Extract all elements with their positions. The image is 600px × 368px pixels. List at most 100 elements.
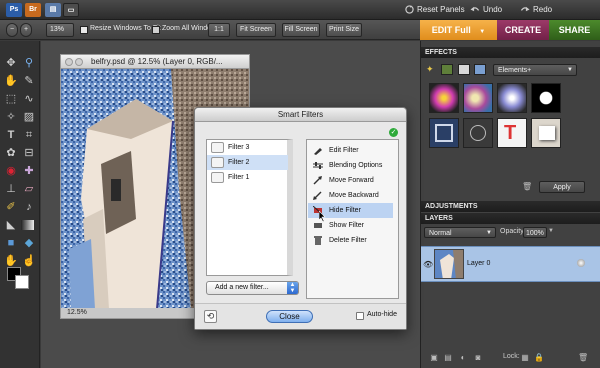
effect-thumb-6[interactable] [463,118,493,148]
action-show-filter[interactable]: Show Filter [308,218,393,233]
paint-bucket-tool-icon[interactable]: ◣ [3,217,19,233]
type-tool-icon[interactable]: T [3,127,19,143]
filter-list: Filter 3 Filter 2 Filter 1 [206,139,293,276]
redo-button[interactable]: Redo [520,3,552,17]
filter-item-2[interactable]: Filter 2 [207,155,288,170]
trash-icon[interactable]: 🗑 [522,182,532,191]
move-tool-icon[interactable]: ✥ [3,55,19,71]
action-label: Move Forward [329,177,374,184]
lasso-tool-icon[interactable]: ∿ [21,91,37,107]
document-title-bar[interactable]: belfry.psd @ 12.5% (Layer 0, RGB/... [61,55,249,69]
cookie-cutter-tool-icon[interactable]: ✿ [3,145,19,161]
layers-panel-header[interactable]: LAYERS [421,213,600,224]
close-button[interactable]: Close [266,310,313,323]
chevron-down-icon[interactable]: ▼ [548,228,554,234]
effect-thumb-8[interactable] [531,118,561,148]
layer-styles-category-icon[interactable] [441,64,453,75]
effect-thumb-7[interactable]: T [497,118,527,148]
eraser-tool-icon[interactable]: ▱ [21,181,37,197]
hand-tool-icon[interactable]: ✋ [3,73,19,89]
effects-category-select[interactable]: Elements+ ▼ [493,64,577,76]
healing-brush-tool-icon[interactable]: ✚ [21,163,37,179]
all-effects-category-icon[interactable] [474,64,486,75]
organizer-app-icon[interactable]: Br [25,3,41,17]
reset-panels-button[interactable]: Reset Panels [405,3,465,17]
pencil-tool-icon[interactable]: ✐ [3,199,19,215]
marquee-tool-icon[interactable]: ⬚ [3,91,19,107]
lock-all-icon[interactable]: 🔒 [534,353,544,362]
action-edit-filter[interactable]: Edit Filter [308,143,393,158]
adjustments-panel-header[interactable]: ADJUSTMENTS [421,201,600,212]
opacity-field[interactable]: 100% [523,227,547,238]
print-size-button[interactable]: Print Size [326,23,362,37]
effect-thumb-1[interactable] [429,83,459,113]
photo-effects-category-icon[interactable] [458,64,470,75]
background-color-swatch[interactable] [15,275,29,289]
clone-stamp-tool-icon[interactable]: ⊥ [3,181,19,197]
undo-label: Undo [483,5,503,14]
red-eye-tool-icon[interactable]: ◉ [3,163,19,179]
action-label: Edit Filter [329,147,359,154]
straighten-tool-icon[interactable]: ⊟ [21,145,37,161]
magic-wand-tool-icon[interactable]: ✧ [3,109,19,125]
tab-edit[interactable]: EDIT Full ▼ [420,20,497,40]
zoom-out-icon[interactable]: − [6,23,18,37]
action-move-backward[interactable]: Move Backward [308,188,393,203]
effect-thumb-5[interactable] [429,118,459,148]
effect-thumb-3[interactable] [497,83,527,113]
filter-item-1[interactable]: Filter 1 [207,170,288,185]
view-mode-icon[interactable]: ▭ [63,3,79,17]
action-hide-filter[interactable]: Hide Filter [308,203,393,222]
resize-windows-checkbox[interactable] [80,26,88,34]
undo-button[interactable]: Undo [470,3,502,17]
apply-effect-button[interactable]: Apply [539,181,585,193]
chevron-down-icon: ▼ [567,67,573,73]
tab-share[interactable]: SHARE [549,20,600,40]
effect-thumb-2[interactable] [463,83,493,113]
reset-icon[interactable]: ⟲ [204,310,217,323]
crop-tool-icon[interactable]: ⌗ [21,127,37,143]
filter-item-3[interactable]: Filter 3 [207,140,288,155]
lock-transparency-icon[interactable]: ▦ [520,353,530,362]
filter-item-label: Filter 3 [228,144,250,151]
smudge-tool-icon[interactable]: ☝ [21,253,37,269]
autohide-checkbox[interactable] [356,312,364,320]
window-close-icon[interactable] [65,58,73,66]
new-layer-icon[interactable]: ▣ [429,353,439,362]
menubar: Ps Br ▤ ▭ Reset Panels Undo Redo [0,0,600,20]
actual-pixels-button[interactable]: 1:1 [208,23,230,37]
adjustments-panel-title: ADJUSTMENTS [425,203,478,210]
action-delete-filter[interactable]: Delete Filter [308,233,393,248]
selection-brush-tool-icon[interactable]: ▨ [21,109,37,125]
eyedropper-tool-icon[interactable]: ✎ [21,73,37,89]
arrange-icon[interactable]: ▤ [45,3,61,17]
tab-create[interactable]: CREATE [497,20,549,40]
fill-screen-button[interactable]: Fill Screen [282,23,320,37]
layer-row[interactable]: 👁 Layer 0 [421,246,600,282]
gradient-tool-icon[interactable] [21,220,34,230]
action-blending-options[interactable]: Blending Options [308,158,393,173]
delete-layer-icon[interactable]: 🗑 [578,353,588,362]
dialog-title-bar[interactable]: Smart Filters [195,108,406,122]
window-minimize-icon[interactable] [75,58,83,66]
effects-panel-header[interactable]: EFFECTS [421,47,600,58]
new-group-icon[interactable]: ▤ [443,353,453,362]
adjustment-layer-icon[interactable]: ◐ [458,353,468,362]
filters-category-icon[interactable]: ✦ [426,64,438,75]
blur-tool-icon[interactable]: ◆ [21,235,37,251]
blend-mode-select[interactable]: Normal ▼ [424,227,496,238]
shape-tool-icon[interactable]: ■ [3,235,19,251]
action-move-forward[interactable]: Move Forward [308,173,393,188]
brush-tool-icon[interactable]: ♪ [21,199,37,215]
filter-item-label: Filter 2 [228,159,250,166]
zoom-level-field[interactable]: 13% [46,23,74,37]
effect-thumb-4[interactable] [531,83,561,113]
zoom-tool-icon[interactable]: ⚲ [21,55,37,71]
elements-app-icon[interactable]: Ps [6,3,22,17]
layer-mask-icon[interactable]: ◙ [473,353,483,362]
zoom-in-icon[interactable]: + [20,23,32,37]
eye-icon[interactable]: 👁 [423,260,433,269]
zoom-all-windows-checkbox[interactable] [152,26,160,34]
add-filter-select[interactable]: Add a new filter... ▲ ▼ [206,281,299,295]
fit-screen-button[interactable]: Fit Screen [236,23,276,37]
